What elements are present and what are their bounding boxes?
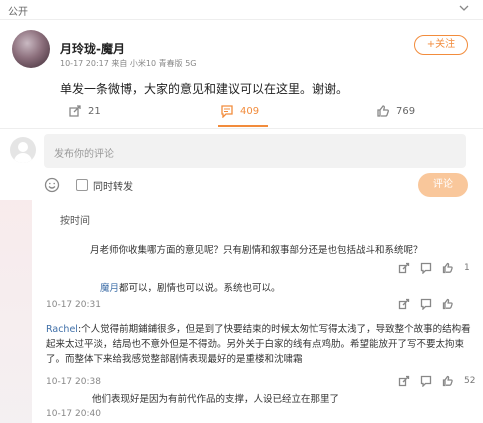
comment-count: 409 bbox=[240, 105, 260, 117]
commenter-name[interactable]: 魔月 bbox=[100, 283, 119, 294]
comment-icon bbox=[221, 105, 233, 118]
comment-placeholder: 发布你的评论 bbox=[54, 149, 114, 160]
share-icon[interactable] bbox=[398, 298, 410, 310]
comment-text: 月老师你收集哪方面的意见呢？只有剧情和叙事部分还是也包括战斗和系统呢？ bbox=[90, 245, 423, 256]
avatar[interactable] bbox=[12, 30, 50, 68]
sort-label[interactable]: 按时间 bbox=[60, 212, 90, 227]
comment-text: 他们表现好是因为有前代作品的支撑，人设已经立在那里了 bbox=[92, 394, 340, 405]
my-avatar bbox=[10, 137, 36, 163]
reply-icon[interactable] bbox=[420, 375, 432, 387]
comment-input[interactable]: 发布你的评论 bbox=[44, 134, 466, 168]
top-bar: 公开 bbox=[0, 0, 483, 20]
like-count: 769 bbox=[396, 105, 416, 117]
repost-checkbox[interactable] bbox=[76, 179, 88, 191]
repost-checkbox-label[interactable]: 同时转发 bbox=[93, 178, 133, 193]
blur-overlay bbox=[34, 390, 92, 408]
share-icon[interactable] bbox=[398, 375, 410, 387]
repost-count: 21 bbox=[88, 105, 101, 117]
active-tab-indicator bbox=[218, 125, 268, 127]
thumbs-up-icon bbox=[377, 105, 389, 117]
post-meta: 10-17 20:17 来自 小米10 青春版 5G bbox=[60, 59, 197, 68]
comment-actions bbox=[398, 298, 464, 310]
comment-actions: 52 bbox=[398, 375, 475, 387]
divider bbox=[0, 128, 483, 129]
follow-button[interactable]: +关注 bbox=[414, 35, 468, 55]
repost-button[interactable]: 21 bbox=[68, 104, 101, 118]
visibility-label: 公开 bbox=[8, 7, 28, 18]
comment-button[interactable]: 409 bbox=[220, 104, 259, 118]
comment-like-count: 1 bbox=[464, 263, 470, 273]
action-bar: 21 409 769 bbox=[0, 100, 483, 126]
comment-time: 10-17 20:31 bbox=[46, 300, 101, 310]
repost-icon bbox=[69, 105, 81, 117]
post-text: 单发一条微博，大家的意见和建议可以在这里。谢谢。 bbox=[60, 82, 349, 96]
submit-comment-button[interactable]: 评论 bbox=[418, 173, 468, 197]
thumbs-up-icon[interactable] bbox=[442, 375, 454, 387]
share-icon[interactable] bbox=[398, 262, 410, 274]
comment-actions: 1 bbox=[398, 262, 470, 274]
blur-overlay bbox=[34, 240, 90, 260]
emoji-icon[interactable] bbox=[44, 177, 60, 193]
thumbs-up-icon[interactable] bbox=[442, 298, 454, 310]
reply-icon[interactable] bbox=[420, 262, 432, 274]
reply-icon[interactable] bbox=[420, 298, 432, 310]
commenter-name[interactable]: Rachel bbox=[46, 324, 78, 335]
comment-like-count: 52 bbox=[464, 376, 476, 386]
comment-text: 魔月都可以，剧情也可以说。系统也可以。 bbox=[100, 283, 281, 294]
comment-time: 10-17 20:40 bbox=[46, 409, 101, 419]
chevron-down-icon[interactable] bbox=[457, 1, 471, 15]
comment-text: Rachel:个人觉得前期鋪鋪很多，但是到了快要结束的时候太匆忙写得太浅了，导致… bbox=[46, 324, 471, 365]
blurred-avatars bbox=[0, 200, 32, 423]
username[interactable]: 月玲珑-魔月 bbox=[60, 40, 125, 57]
like-button[interactable]: 769 bbox=[376, 104, 415, 118]
thumbs-up-icon[interactable] bbox=[442, 262, 454, 274]
comment-time: 10-17 20:38 bbox=[46, 377, 101, 387]
